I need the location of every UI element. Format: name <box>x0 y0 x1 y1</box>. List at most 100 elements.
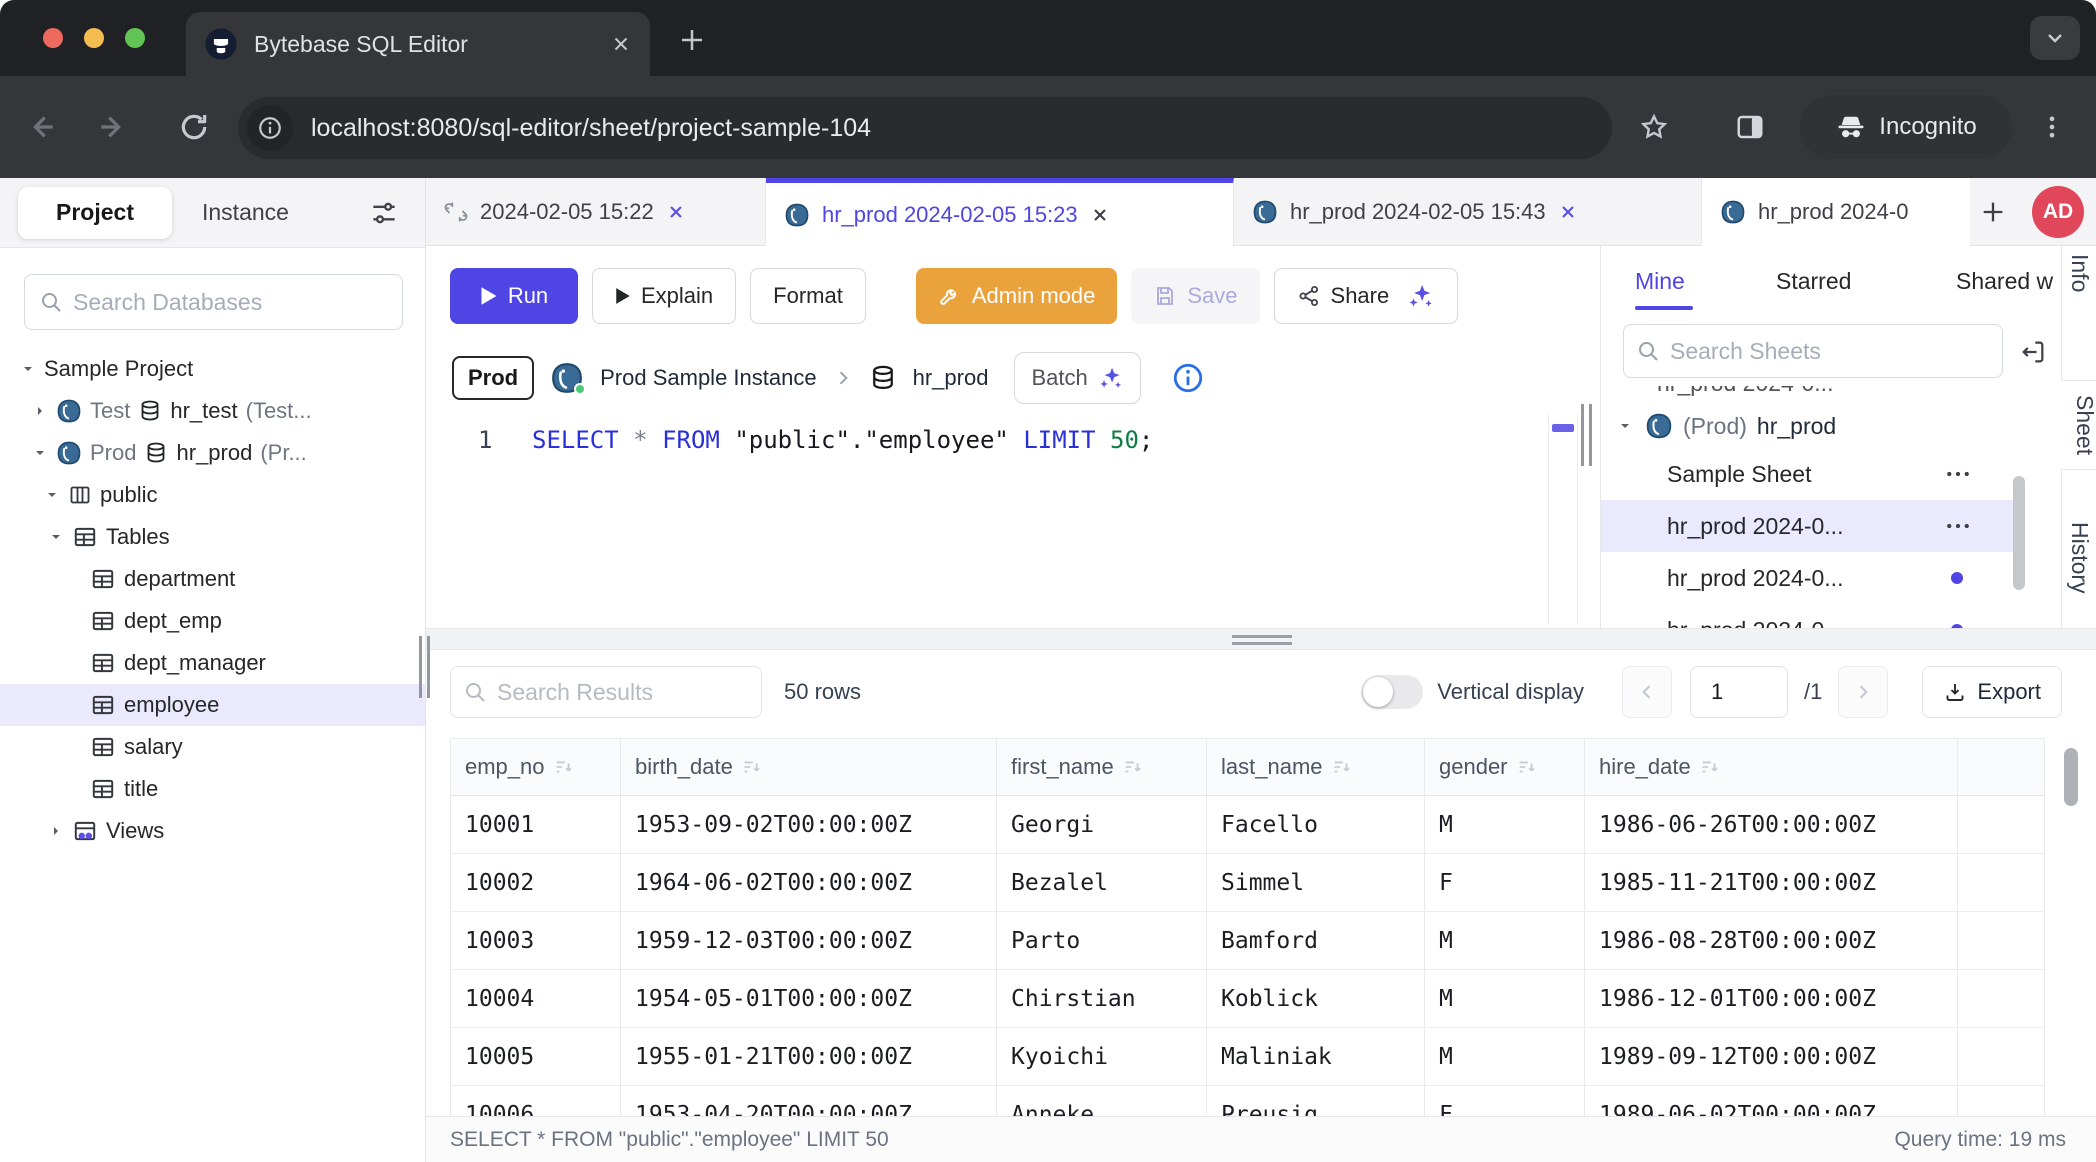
cell[interactable]: Facello <box>1207 796 1425 853</box>
cell[interactable]: Preusig <box>1207 1086 1425 1116</box>
cell[interactable]: M <box>1425 970 1585 1027</box>
editor-panel-resize-handle[interactable] <box>1578 404 1594 466</box>
next-page-button[interactable] <box>1838 666 1888 718</box>
export-button[interactable]: Export <box>1922 666 2062 718</box>
cell[interactable]: Anneke <box>997 1086 1207 1116</box>
run-button[interactable]: Run <box>450 268 578 324</box>
cell[interactable]: M <box>1425 1028 1585 1085</box>
tab-instance[interactable]: Instance <box>202 199 289 226</box>
cell[interactable]: Chirstian <box>997 970 1207 1027</box>
bookmark-star-icon[interactable] <box>1630 103 1678 151</box>
tree-item-table-dept-emp[interactable]: dept_emp <box>0 600 425 642</box>
tree-item-hr-prod[interactable]: Prod hr_prod (Pr... <box>0 432 425 474</box>
connection-info-icon[interactable] <box>1171 361 1205 395</box>
cell[interactable]: 1986-12-01T00:00:00Z <box>1585 970 1958 1027</box>
tree-item-table-employee-selected[interactable]: employee <box>0 684 425 726</box>
worksheet-tab-3[interactable]: hr_prod 2024-02-05 15:43 <box>1234 178 1702 246</box>
tree-item-hr-test[interactable]: Test hr_test (Test... <box>0 390 425 432</box>
side-tab-history[interactable]: History <box>2066 522 2093 594</box>
batch-button[interactable]: Batch <box>1014 352 1140 404</box>
sheet-item-selected[interactable]: hr_prod 2024-0... <box>1601 500 2025 552</box>
cell[interactable]: 1964-06-02T00:00:00Z <box>621 854 997 911</box>
cell[interactable]: 1959-12-03T00:00:00Z <box>621 912 997 969</box>
tab-close-icon[interactable] <box>1090 205 1110 225</box>
cell[interactable]: M <box>1425 796 1585 853</box>
cell[interactable]: Simmel <box>1207 854 1425 911</box>
ai-sparkles-icon[interactable] <box>1407 282 1435 310</box>
editor-minimap[interactable] <box>1548 414 1578 624</box>
save-button[interactable]: Save <box>1131 268 1259 324</box>
cell[interactable]: 1986-06-26T00:00:00Z <box>1585 796 1958 853</box>
worksheet-tab-4[interactable]: hr_prod 2024-0 <box>1702 178 1970 246</box>
tree-item-schema-public[interactable]: public <box>0 474 425 516</box>
column-header-last-name[interactable]: last_name <box>1207 739 1425 795</box>
back-icon[interactable] <box>18 103 66 151</box>
tab-close-icon[interactable] <box>1558 202 1578 222</box>
tab-mine[interactable]: Mine <box>1635 268 1685 295</box>
new-browser-tab-button[interactable] <box>668 18 716 62</box>
vertical-display-toggle[interactable] <box>1361 675 1423 709</box>
cell[interactable]: F <box>1425 854 1585 911</box>
cell[interactable]: 10006 <box>451 1086 621 1116</box>
tab-close-icon[interactable] <box>666 202 686 222</box>
tree-item-sample-project[interactable]: Sample Project <box>0 348 425 390</box>
cell[interactable]: Koblick <box>1207 970 1425 1027</box>
instance-name[interactable]: Prod Sample Instance <box>600 365 816 391</box>
column-header-first-name[interactable]: first_name <box>997 739 1207 795</box>
cell[interactable]: M <box>1425 912 1585 969</box>
tree-item-table-title[interactable]: title <box>0 768 425 810</box>
tree-item-views-group[interactable]: Views <box>0 810 425 852</box>
browser-menu-icon[interactable] <box>2028 103 2076 151</box>
side-panel-icon[interactable] <box>1726 103 1774 151</box>
column-header-emp-no[interactable]: emp_no <box>451 739 621 795</box>
side-tab-sheet[interactable]: Sheet <box>2061 380 2096 470</box>
more-actions-icon[interactable] <box>1943 511 1973 541</box>
sheet-item-unsaved-partial[interactable]: hr_prod 2024-0 <box>1601 604 2025 628</box>
browser-tab[interactable]: Bytebase SQL Editor <box>186 12 650 76</box>
cell[interactable]: Kyoichi <box>997 1028 1207 1085</box>
worksheet-tab-1[interactable]: 2024-02-05 15:22 <box>426 178 766 246</box>
tab-close-icon[interactable] <box>610 33 632 55</box>
search-sheets-input[interactable]: Search Sheets <box>1623 324 2003 378</box>
window-close-button[interactable] <box>43 28 63 48</box>
tab-starred[interactable]: Starred <box>1776 268 1851 295</box>
explain-button[interactable]: Explain <box>592 268 736 324</box>
cell[interactable]: Bezalel <box>997 854 1207 911</box>
window-zoom-button[interactable] <box>125 28 145 48</box>
database-name[interactable]: hr_prod <box>913 365 989 391</box>
new-worksheet-button[interactable] <box>1970 178 2016 246</box>
sheet-item-sample-sheet[interactable]: Sample Sheet <box>1601 448 2025 500</box>
tab-project[interactable]: Project <box>18 187 172 239</box>
collapse-panel-icon[interactable] <box>2019 338 2047 366</box>
sql-editor[interactable]: 1 SELECT * FROM "public"."employee" LIMI… <box>426 410 1600 628</box>
window-minimize-button[interactable] <box>84 28 104 48</box>
tree-item-tables-group[interactable]: Tables <box>0 516 425 558</box>
cell[interactable]: Maliniak <box>1207 1028 1425 1085</box>
column-header-gender[interactable]: gender <box>1425 739 1585 795</box>
forward-icon[interactable] <box>88 103 136 151</box>
format-button[interactable]: Format <box>750 268 866 324</box>
filter-settings-icon[interactable] <box>369 198 399 228</box>
tab-search-chevron-button[interactable] <box>2030 16 2080 60</box>
search-results-input[interactable]: Search Results <box>450 666 762 718</box>
cell[interactable]: Parto <box>997 912 1207 969</box>
cell[interactable]: 10004 <box>451 970 621 1027</box>
prev-page-button[interactable] <box>1622 666 1672 718</box>
cell[interactable]: 1954-05-01T00:00:00Z <box>621 970 997 1027</box>
cell[interactable]: 10005 <box>451 1028 621 1085</box>
share-button[interactable]: Share <box>1274 268 1459 324</box>
cell[interactable]: 10001 <box>451 796 621 853</box>
search-databases-input[interactable]: Search Databases <box>24 274 403 330</box>
page-number-input[interactable] <box>1690 666 1788 718</box>
reload-icon[interactable] <box>170 103 218 151</box>
cell[interactable]: 1986-08-28T00:00:00Z <box>1585 912 1958 969</box>
cell[interactable]: Bamford <box>1207 912 1425 969</box>
sidebar-resize-handle[interactable] <box>416 636 432 698</box>
side-tab-info[interactable]: Info <box>2066 254 2093 292</box>
results-scrollbar[interactable] <box>2064 748 2078 806</box>
cell[interactable]: 10003 <box>451 912 621 969</box>
user-avatar[interactable]: AD <box>2032 186 2084 238</box>
cell[interactable]: 1955-01-21T00:00:00Z <box>621 1028 997 1085</box>
cell[interactable]: 1989-09-12T00:00:00Z <box>1585 1028 1958 1085</box>
tree-item-table-salary[interactable]: salary <box>0 726 425 768</box>
